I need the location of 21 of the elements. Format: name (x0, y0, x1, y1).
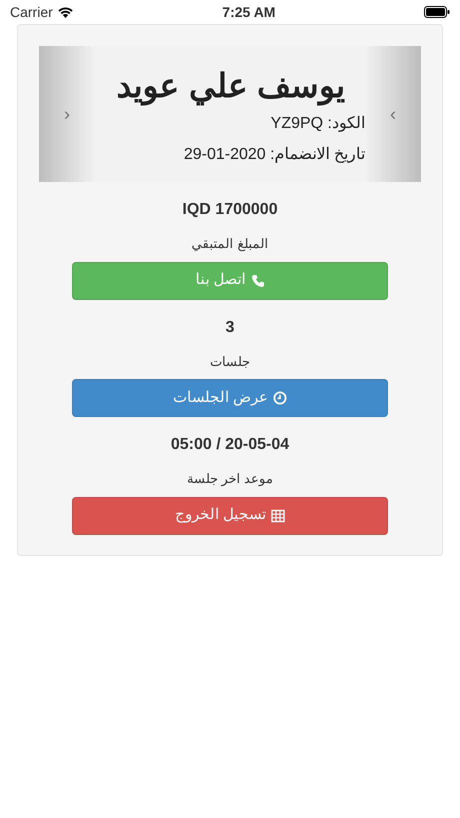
stat-value: 3 (224, 318, 236, 338)
stat-label: موعد اخر جلسة (186, 470, 274, 488)
stat-label: جلسات (209, 352, 251, 370)
stat-label: المبلغ المتبقي (190, 235, 270, 254)
profile-name: يوسف علي عويد (116, 68, 345, 104)
stat-value: 05:00 / 20-05-04 (170, 435, 290, 455)
wifi-icon (56, 6, 74, 18)
phone-icon (250, 274, 265, 288)
action-button[interactable]: عرض الجلسات (72, 379, 388, 417)
clock-icon (273, 391, 288, 405)
carrier-label: Carrier (10, 2, 53, 22)
member-code: الكود: YZ9PQ (270, 114, 365, 134)
status-time: 7:25 AM (222, 2, 276, 22)
table-icon (271, 508, 286, 522)
action-button[interactable]: اتصل بنا (72, 262, 388, 300)
carousel-next[interactable]: ‹ (390, 100, 396, 128)
carousel-prev[interactable]: › (64, 100, 70, 128)
battery-icon (424, 6, 450, 18)
stat-value: IQD 1700000 (181, 200, 279, 220)
action-button[interactable]: تسجيل الخروج (72, 496, 388, 534)
join-date: تاريخ الانضمام: 2020-01-29 (184, 145, 365, 165)
